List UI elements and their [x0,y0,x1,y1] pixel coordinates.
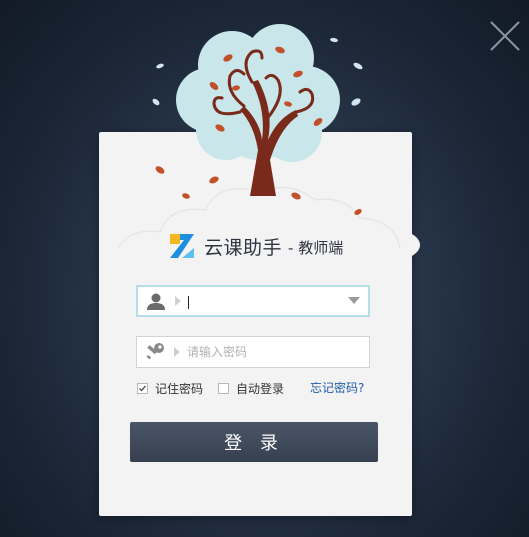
password-field[interactable]: 请输入密码 [136,336,370,368]
auto-login-option[interactable]: 自动登录 [218,380,284,396]
login-button[interactable]: 登 录 [130,422,378,462]
close-icon [490,21,520,51]
app-name: 云课助手 [204,236,283,259]
auto-login-label: 自动登录 [236,381,285,396]
check-icon [139,385,147,392]
remember-password-label: 记住密码 [155,381,204,396]
username-input[interactable] [182,287,340,315]
remember-password-option[interactable]: 记住密码 [137,380,203,396]
chevron-down-icon [348,297,360,304]
brand: 云课助手 - 教师端 [168,229,343,263]
app-subtitle: - 教师端 [288,239,344,257]
close-button[interactable] [487,18,523,54]
account-dropdown-button[interactable] [340,287,368,315]
auto-login-checkbox[interactable] [218,382,229,394]
separator-caret-icon [174,287,182,315]
separator-caret-icon [173,337,181,367]
app-logo-icon [170,234,194,258]
key-icon [137,337,173,367]
login-window: 云课助手 - 教师端 请输入密码 记住密码 自动登录 忘记密码? 登 录 [0,0,529,537]
text-cursor [188,296,189,309]
login-options: 记住密码 自动登录 忘记密码? [137,380,369,396]
forgot-password-link[interactable]: 忘记密码? [310,380,364,396]
remember-password-checkbox[interactable] [137,382,148,394]
username-field[interactable] [136,285,370,317]
password-input[interactable]: 请输入密码 [181,337,369,367]
user-icon [138,287,174,315]
